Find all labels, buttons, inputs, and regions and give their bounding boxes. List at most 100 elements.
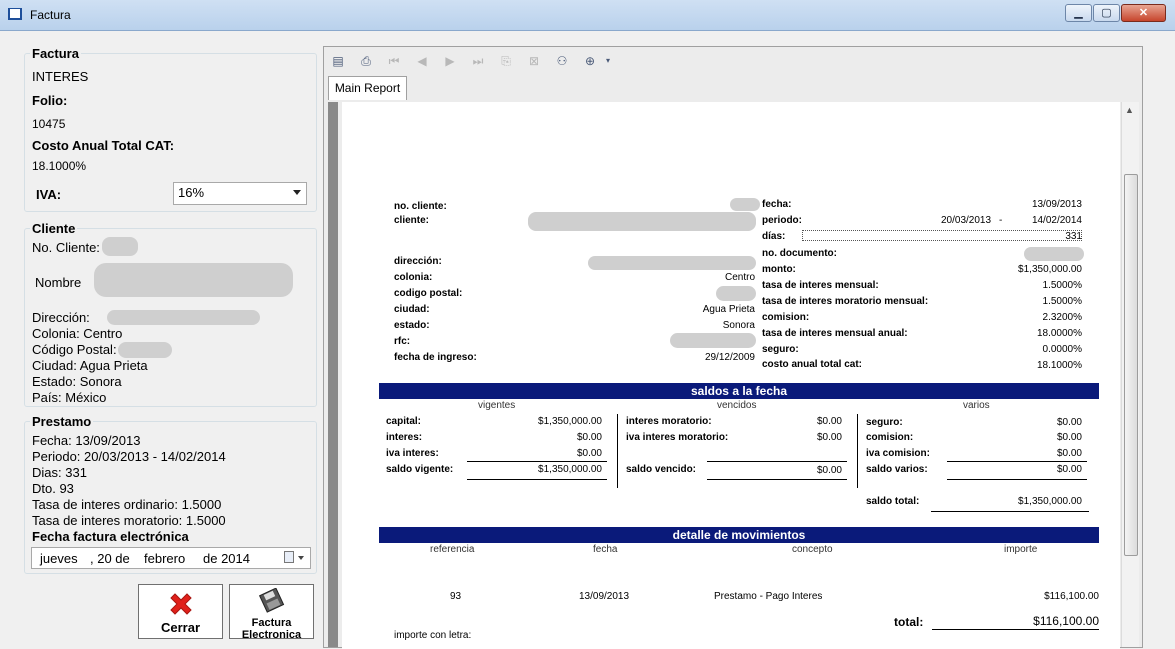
divider bbox=[617, 414, 618, 488]
underline bbox=[932, 629, 1099, 630]
folio-value: 10475 bbox=[32, 117, 66, 131]
r-no-documento-label: no. documento: bbox=[762, 248, 837, 259]
col-varios: varios bbox=[963, 400, 990, 411]
cerrar-button[interactable]: Cerrar bbox=[138, 584, 223, 639]
redacted-r-codigo-postal bbox=[716, 286, 756, 301]
s-iva-interes-value: $0.00 bbox=[576, 448, 602, 459]
date-day[interactable]: jueves bbox=[40, 551, 78, 566]
s-iva-int-mor-label: iva interes moratorio: bbox=[626, 432, 729, 443]
iva-dropdown[interactable]: 16% bbox=[173, 182, 307, 205]
mov-fecha: 13/09/2013 bbox=[579, 591, 630, 602]
r-ciudad-label: ciudad: bbox=[394, 304, 430, 315]
s-int-mor-value: $0.00 bbox=[816, 416, 842, 427]
s-saldo-vencido-value: $0.00 bbox=[816, 465, 842, 476]
cliente-codigo-postal: Código Postal: bbox=[32, 342, 117, 357]
r-dias-label: días: bbox=[762, 231, 786, 242]
scroll-up-icon[interactable]: ▲ bbox=[1125, 105, 1134, 115]
s-saldo-vigente-label: saldo vigente: bbox=[386, 464, 454, 475]
prestamo-dto: Dto. 93 bbox=[32, 481, 74, 496]
close-button[interactable]: ✕ bbox=[1121, 4, 1166, 22]
prestamo-tasa-ordinario: Tasa de interes ordinario: 1.5000 bbox=[32, 497, 222, 512]
zoom-icon[interactable]: ⊕ bbox=[582, 53, 598, 69]
close-page-icon[interactable]: ⊠ bbox=[526, 53, 542, 69]
mov-total-value: $116,100.00 bbox=[1033, 614, 1099, 628]
redacted-r-no-documento bbox=[1024, 247, 1084, 261]
tab-main-report[interactable]: Main Report bbox=[328, 76, 407, 100]
factura-electronica-label-2: Electronica bbox=[241, 629, 302, 641]
importe-con-letra-label: importe con letra: bbox=[394, 630, 472, 641]
r-tasa-mensual-value: 1.5000% bbox=[1042, 280, 1082, 291]
goto-page-icon[interactable]: ⎘ bbox=[498, 53, 514, 69]
mov-concepto: Prestamo - Pago Interes bbox=[714, 591, 823, 602]
date-year[interactable]: de 2014 bbox=[203, 551, 250, 566]
col-vigentes: vigentes bbox=[478, 400, 516, 411]
last-page-icon[interactable]: ⏭ bbox=[470, 53, 486, 69]
r-cat-value: 18.1000% bbox=[1036, 360, 1082, 371]
s-saldo-vencido-label: saldo vencido: bbox=[626, 464, 697, 475]
r-monto-label: monto: bbox=[762, 264, 796, 275]
fecha-factura-datepicker[interactable]: jueves , 20 de febrero de 2014 bbox=[31, 547, 311, 569]
s-interes-value: $0.00 bbox=[576, 432, 602, 443]
factura-electronica-button[interactable]: Factura Electronica bbox=[229, 584, 314, 641]
r-periodo-sep: - bbox=[999, 215, 1003, 226]
date-month[interactable]: febrero bbox=[144, 551, 185, 566]
iva-label: IVA: bbox=[36, 187, 62, 202]
cliente-ciudad: Ciudad: Agua Prieta bbox=[32, 358, 148, 373]
zoom-dropdown-icon[interactable]: ▾ bbox=[600, 53, 616, 69]
chevron-down-icon[interactable] bbox=[293, 190, 301, 195]
s-iva-comision-value: $0.00 bbox=[1056, 448, 1082, 459]
r-fecha-ingreso-label: fecha de ingreso: bbox=[394, 352, 477, 363]
r-estado-label: estado: bbox=[394, 320, 430, 331]
redacted-r-rfc bbox=[670, 333, 756, 348]
report-gutter bbox=[328, 102, 338, 647]
previous-page-icon[interactable]: ◀ bbox=[414, 53, 430, 69]
cliente-direccion: Dirección: bbox=[32, 310, 90, 325]
title-bar[interactable]: Factura ▁ ▢ ✕ bbox=[0, 0, 1175, 31]
r-direccion-label: dirección: bbox=[394, 256, 442, 267]
r-estado-value: Sonora bbox=[722, 320, 755, 331]
r-monto-value: $1,350,000.00 bbox=[1018, 264, 1082, 275]
next-page-icon[interactable]: ▶ bbox=[442, 53, 458, 69]
r-periodo-label: periodo: bbox=[762, 215, 802, 226]
window-title: Factura bbox=[30, 8, 71, 22]
export-icon[interactable]: ▤ bbox=[330, 53, 346, 69]
prestamo-legend: Prestamo bbox=[32, 414, 92, 429]
r-tasa-anual-label: tasa de interes mensual anual: bbox=[762, 328, 908, 339]
print-icon[interactable]: ⎙ bbox=[358, 53, 374, 69]
first-page-icon[interactable]: ⏮ bbox=[386, 53, 402, 69]
minimize-button[interactable]: ▁ bbox=[1065, 4, 1092, 22]
binoculars-icon[interactable]: ⚇ bbox=[554, 53, 570, 69]
s-comision-label: comision: bbox=[866, 432, 914, 443]
r-tasa-anual-value: 18.0000% bbox=[1036, 328, 1082, 339]
cat-label: Costo Anual Total CAT: bbox=[32, 138, 175, 153]
s-saldo-varios-label: saldo varios: bbox=[866, 464, 928, 475]
redacted-no-cliente bbox=[102, 237, 138, 256]
prestamo-dias: Dias: 331 bbox=[32, 465, 87, 480]
s-iva-int-mor-value: $0.00 bbox=[816, 432, 842, 443]
r-comision-value: 2.3200% bbox=[1042, 312, 1082, 323]
calendar-icon[interactable] bbox=[284, 551, 294, 563]
scroll-thumb[interactable] bbox=[1124, 174, 1138, 556]
r-fecha-label: fecha: bbox=[762, 199, 792, 210]
date-num[interactable]: , 20 de bbox=[90, 551, 130, 566]
r-no-cliente-label: no. cliente: bbox=[394, 201, 447, 212]
col-fecha: fecha bbox=[593, 544, 618, 555]
s-saldo-vigente-value: $1,350,000.00 bbox=[538, 464, 602, 475]
mov-importe: $116,100.00 bbox=[1044, 591, 1099, 602]
r-rfc-label: rfc: bbox=[394, 336, 411, 347]
s-iva-interes-label: iva interes: bbox=[386, 448, 439, 459]
cliente-colonia: Colonia: Centro bbox=[32, 326, 123, 341]
r-colonia-label: colonia: bbox=[394, 272, 433, 283]
underline bbox=[707, 461, 847, 462]
s-seguro-label: seguro: bbox=[866, 417, 903, 428]
redacted-r-cliente bbox=[528, 212, 756, 231]
maximize-button[interactable]: ▢ bbox=[1093, 4, 1120, 22]
s-iva-comision-label: iva comision: bbox=[866, 448, 930, 459]
chevron-down-icon[interactable] bbox=[298, 556, 304, 560]
col-importe: importe bbox=[1004, 544, 1038, 555]
col-concepto: concepto bbox=[792, 544, 833, 555]
fecha-factura-label: Fecha factura electrónica bbox=[32, 529, 189, 544]
r-dias-value: 331 bbox=[1065, 231, 1082, 242]
movimientos-header: detalle de movimientos bbox=[379, 527, 1099, 543]
viewer-toolbar: ▤ ⎙ ⏮ ◀ ▶ ⏭ ⎘ ⊠ ⚇ ⊕ ▾ bbox=[324, 47, 1142, 75]
